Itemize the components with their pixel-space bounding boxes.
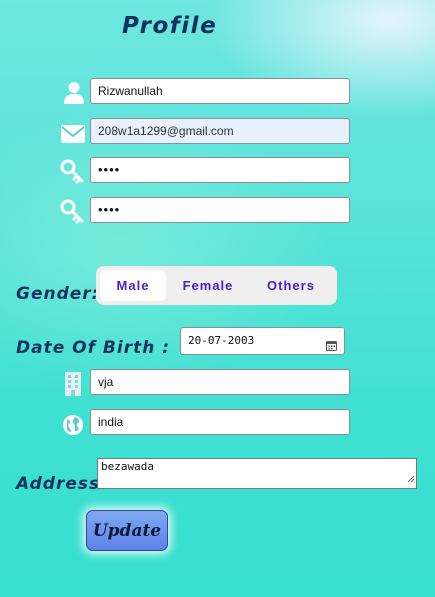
user-icon — [61, 80, 87, 106]
city-input[interactable]: vja — [90, 369, 350, 395]
dob-value: 20-07-2003 — [188, 334, 255, 347]
globe-icon — [60, 412, 86, 438]
resize-handle-icon[interactable] — [407, 473, 415, 487]
key-icon — [60, 199, 86, 225]
calendar-icon[interactable] — [326, 335, 337, 361]
name-input[interactable]: Rizwanullah — [90, 78, 350, 104]
gender-option-others[interactable]: Others — [250, 270, 332, 301]
mail-icon — [60, 121, 86, 147]
password-input[interactable]: •••• — [90, 157, 350, 183]
address-value: bezawada — [101, 460, 154, 473]
address-label: Address — [16, 474, 101, 494]
gender-selector: Male Female Others — [96, 266, 337, 305]
building-icon — [60, 371, 86, 397]
country-input[interactable]: india — [90, 409, 350, 435]
gender-option-male[interactable]: Male — [100, 270, 166, 301]
update-button[interactable]: Update — [86, 510, 168, 551]
confirm-password-input[interactable]: •••• — [90, 197, 350, 223]
key-icon — [60, 159, 86, 185]
gender-label: Gender: — [16, 284, 100, 304]
address-textarea[interactable]: bezawada — [97, 458, 417, 489]
dob-input[interactable]: 20-07-2003 — [180, 327, 345, 355]
page-title: Profile — [122, 13, 218, 39]
dob-label: Date Of Birth : — [16, 338, 171, 358]
gender-option-female[interactable]: Female — [166, 270, 250, 301]
email-input[interactable]: 208w1a1299@gmail.com — [90, 118, 350, 144]
